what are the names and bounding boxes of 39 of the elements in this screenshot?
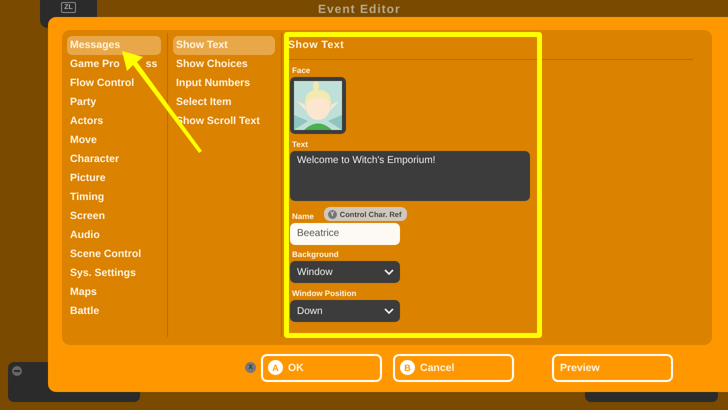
dialog-button[interactable]: A OK bbox=[261, 354, 382, 382]
command-item[interactable]: Select Item bbox=[173, 93, 275, 112]
key-icon: B bbox=[400, 360, 415, 375]
category-item[interactable]: Character bbox=[67, 150, 161, 169]
category-item[interactable]: Move bbox=[67, 131, 161, 150]
window-title: Event Editor bbox=[318, 2, 401, 16]
category-item[interactable]: Timing bbox=[67, 188, 161, 207]
key-icon: A bbox=[268, 360, 283, 375]
category-item[interactable]: Audio bbox=[67, 226, 161, 245]
category-item[interactable]: Sys. Settings bbox=[67, 264, 161, 283]
section-title: Show Text bbox=[288, 39, 346, 53]
chevron-down-icon bbox=[384, 269, 394, 275]
category-item[interactable]: Picture bbox=[67, 169, 161, 188]
category-item[interactable]: Game Pro bbox=[70, 55, 120, 74]
message-text-field[interactable]: Welcome to Witch's Emporium! bbox=[290, 151, 530, 201]
category-item[interactable]: Flow Control bbox=[67, 74, 161, 93]
command-item[interactable]: Show Choices bbox=[173, 55, 275, 74]
category-item[interactable]: Scene Control bbox=[67, 245, 161, 264]
category-item[interactable]: Battle bbox=[67, 302, 161, 321]
name-input-field[interactable]: Beeatrice bbox=[290, 223, 400, 245]
field-label: Face bbox=[292, 66, 312, 76]
dialog-button[interactable]: B Cancel bbox=[393, 354, 514, 382]
chevron-down-icon bbox=[384, 308, 394, 314]
dialog-button[interactable]: Preview bbox=[552, 354, 673, 382]
dropdown[interactable]: Window bbox=[290, 261, 400, 283]
field-label: Name bbox=[292, 212, 314, 222]
field-label: Background bbox=[292, 250, 340, 260]
field-label: Text bbox=[292, 140, 309, 150]
category-item[interactable]: Maps bbox=[67, 283, 161, 302]
category-item[interactable]: Messages bbox=[67, 36, 161, 55]
field-label: Window Position bbox=[292, 289, 358, 299]
category-item[interactable]: Actors bbox=[67, 112, 161, 131]
command-item[interactable]: Show Text bbox=[173, 36, 275, 55]
dropdown[interactable]: Down bbox=[290, 300, 400, 322]
category-item-text: ss bbox=[146, 57, 158, 72]
category-item[interactable]: Screen bbox=[67, 207, 161, 226]
command-item[interactable]: Input Numbers bbox=[173, 74, 275, 93]
face-picker[interactable] bbox=[290, 77, 346, 134]
category-item[interactable]: Party bbox=[67, 93, 161, 112]
